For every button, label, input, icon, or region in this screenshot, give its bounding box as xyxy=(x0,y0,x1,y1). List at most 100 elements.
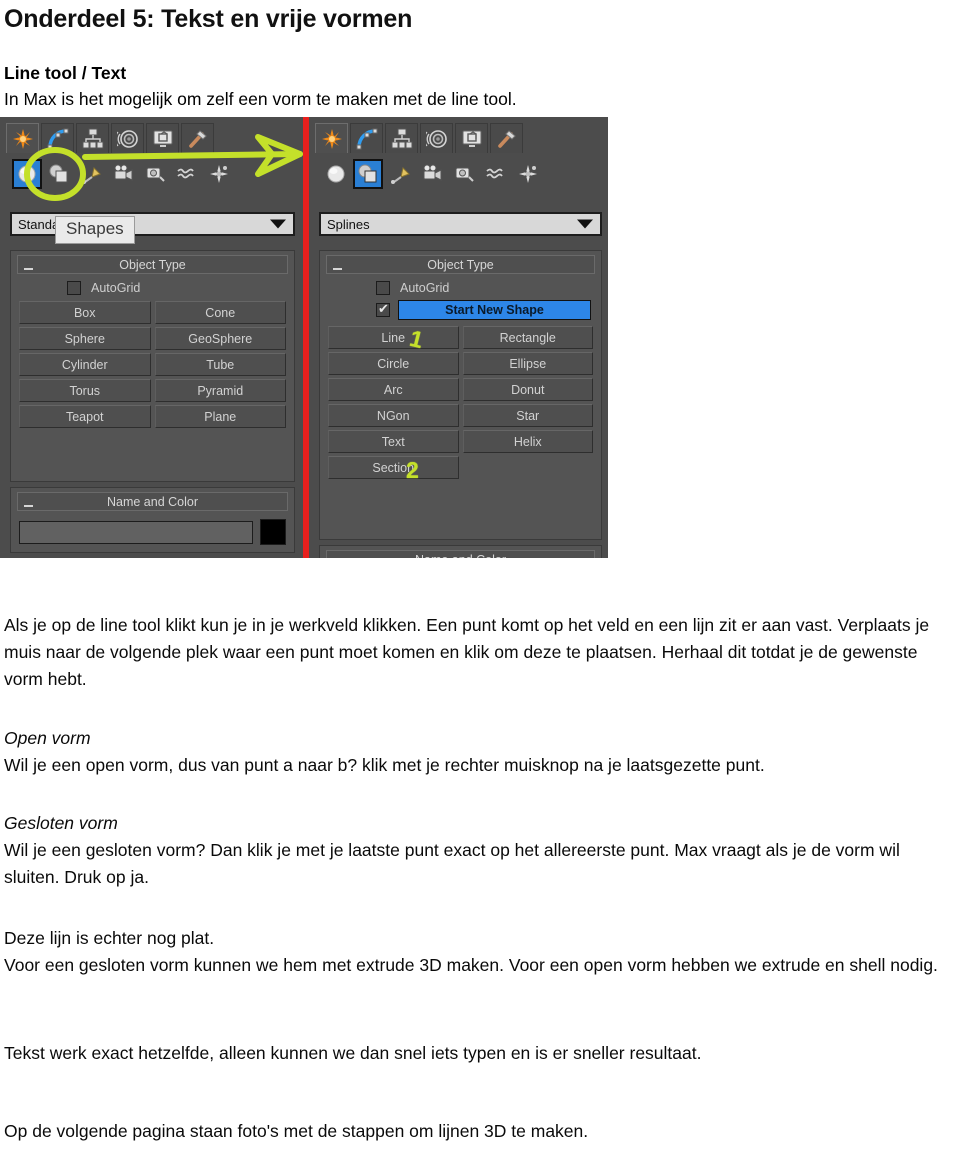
object-button[interactable]: Ellipse xyxy=(462,352,593,375)
motion-tab[interactable] xyxy=(420,123,453,153)
start-new-shape-button[interactable]: Start New Shape xyxy=(398,300,591,320)
object-button[interactable]: Donut xyxy=(462,378,593,401)
helpers-icon[interactable] xyxy=(142,161,168,187)
object-button[interactable]: Plane xyxy=(154,405,286,428)
subcategory-dropdown-right[interactable]: Splines xyxy=(319,212,602,236)
object-button[interactable]: Pyramid xyxy=(154,379,286,402)
page-title: Onderdeel 5: Tekst en vrije vormen xyxy=(4,5,413,33)
motion-tab[interactable] xyxy=(111,123,144,153)
cameras-icon[interactable] xyxy=(419,161,445,187)
modify-tab[interactable] xyxy=(41,123,74,153)
section-heading: Line tool / Text xyxy=(4,63,127,83)
space-warps-icon[interactable] xyxy=(174,161,200,187)
paragraph-intro: Als je op de line tool klikt kun je in j… xyxy=(4,615,930,689)
paragraph-tekst: Tekst werk exact hetzelfde, alleen kunne… xyxy=(4,1043,702,1063)
shapes-tooltip: Shapes xyxy=(55,216,135,244)
autogrid-row-right[interactable]: AutoGrid xyxy=(376,281,601,295)
space-warps-icon[interactable] xyxy=(483,161,509,187)
lights-icon[interactable] xyxy=(78,161,104,187)
max-screenshot-figure: Standa Shapes Object Type AutoGrid Box C… xyxy=(0,117,608,558)
paragraph-gesloten-vorm: Wil je een gesloten vorm? Dan klik je me… xyxy=(4,840,900,887)
chevron-down-icon xyxy=(577,219,593,229)
object-button[interactable]: Box xyxy=(19,301,151,324)
geometry-icon[interactable] xyxy=(12,159,42,189)
object-button[interactable]: Line xyxy=(328,326,459,349)
object-color-swatch[interactable] xyxy=(260,519,286,545)
helpers-icon[interactable] xyxy=(451,161,477,187)
utilities-tab[interactable] xyxy=(490,123,523,153)
create-tab[interactable] xyxy=(315,123,348,153)
chevron-down-icon xyxy=(270,219,286,229)
subcategory-dropdown-left[interactable]: Standa xyxy=(10,212,295,236)
shapes-icon[interactable] xyxy=(46,161,72,187)
object-button[interactable]: Sphere xyxy=(19,327,151,350)
object-button[interactable]: Arc xyxy=(328,378,459,401)
lead-paragraph: In Max is het mogelijk om zelf een vorm … xyxy=(4,89,517,109)
category-icons-left xyxy=(12,159,232,189)
hierarchy-tab[interactable] xyxy=(76,123,109,153)
rollout-title-text: Object Type xyxy=(119,257,186,272)
object-button[interactable]: Helix xyxy=(462,430,593,453)
name-color-title: Name and Color xyxy=(106,494,198,509)
category-icons-right xyxy=(323,159,541,189)
autogrid-checkbox[interactable] xyxy=(67,281,81,295)
systems-icon[interactable] xyxy=(206,161,232,187)
object-button[interactable]: Cone xyxy=(154,301,286,324)
object-button[interactable]: Teapot xyxy=(19,405,151,428)
dropdown-value-right: Splines xyxy=(327,216,370,232)
object-button[interactable]: Tube xyxy=(154,353,286,376)
name-and-color-rollout-left: Name and Color xyxy=(10,487,295,553)
geometry-icon[interactable] xyxy=(323,161,349,187)
name-color-header-left[interactable]: Name and Color xyxy=(17,492,288,511)
name-color-body-left xyxy=(11,511,294,554)
object-button[interactable]: Star xyxy=(462,404,593,427)
object-button[interactable]: Text xyxy=(328,430,459,453)
systems-icon[interactable] xyxy=(515,161,541,187)
heading-gesloten-vorm: Gesloten vorm xyxy=(4,813,118,833)
collapse-icon xyxy=(24,505,33,507)
create-tab[interactable] xyxy=(6,123,39,153)
hierarchy-tab[interactable] xyxy=(385,123,418,153)
command-panel-tabs-right xyxy=(315,123,523,153)
collapse-icon xyxy=(24,268,33,270)
rollout-header-left[interactable]: Object Type xyxy=(17,255,288,274)
object-button[interactable]: Section xyxy=(328,456,459,479)
rollout-title-text: Object Type xyxy=(427,257,494,272)
name-and-color-rollout-right: Name and Color xyxy=(319,545,602,558)
display-tab[interactable] xyxy=(146,123,179,153)
autogrid-label: AutoGrid xyxy=(91,281,141,295)
name-color-header-right[interactable]: Name and Color xyxy=(326,550,595,558)
object-button[interactable]: Cylinder xyxy=(19,353,151,376)
max-command-panel-left: Standa Shapes Object Type AutoGrid Box C… xyxy=(0,117,305,558)
document-page: Onderdeel 5: Tekst en vrije vormen Line … xyxy=(0,0,960,1151)
object-button[interactable]: Circle xyxy=(328,352,459,375)
modify-tab[interactable] xyxy=(350,123,383,153)
object-button[interactable]: GeoSphere xyxy=(154,327,286,350)
max-command-panel-right: Splines Object Type AutoGrid Start New S… xyxy=(305,117,608,558)
autogrid-checkbox[interactable] xyxy=(376,281,390,295)
start-new-shape-row[interactable]: Start New Shape xyxy=(376,300,591,320)
rollout-header-right[interactable]: Object Type xyxy=(326,255,595,274)
shapes-icon[interactable] xyxy=(353,159,383,189)
collapse-icon xyxy=(333,268,342,270)
command-panel-tabs-left xyxy=(6,123,214,153)
start-new-shape-checkbox[interactable] xyxy=(376,301,390,317)
object-button[interactable]: Rectangle xyxy=(462,326,593,349)
spline-buttons-right: Line Rectangle Circle Ellipse Arc Donut … xyxy=(328,326,593,479)
object-type-rollout-left: Object Type AutoGrid Box Cone Sphere Geo… xyxy=(10,250,295,482)
lights-icon[interactable] xyxy=(387,161,413,187)
utilities-tab[interactable] xyxy=(181,123,214,153)
object-name-input[interactable] xyxy=(19,520,253,544)
cameras-icon[interactable] xyxy=(110,161,136,187)
display-tab[interactable] xyxy=(455,123,488,153)
autogrid-label: AutoGrid xyxy=(400,281,450,295)
object-button[interactable]: NGon xyxy=(328,404,459,427)
object-type-rollout-right: Object Type AutoGrid Start New Shape Lin… xyxy=(319,250,602,540)
object-button[interactable]: Torus xyxy=(19,379,151,402)
red-divider-line xyxy=(303,117,308,558)
annotation-step-2: 2 xyxy=(406,457,419,483)
paragraph-extrude: Voor een gesloten vorm kunnen we hem met… xyxy=(4,955,938,975)
autogrid-row-left[interactable]: AutoGrid xyxy=(67,281,294,295)
paragraph-next-page: Op de volgende pagina staan foto's met d… xyxy=(4,1121,589,1141)
paragraph-flat: Deze lijn is echter nog plat. xyxy=(4,928,215,948)
